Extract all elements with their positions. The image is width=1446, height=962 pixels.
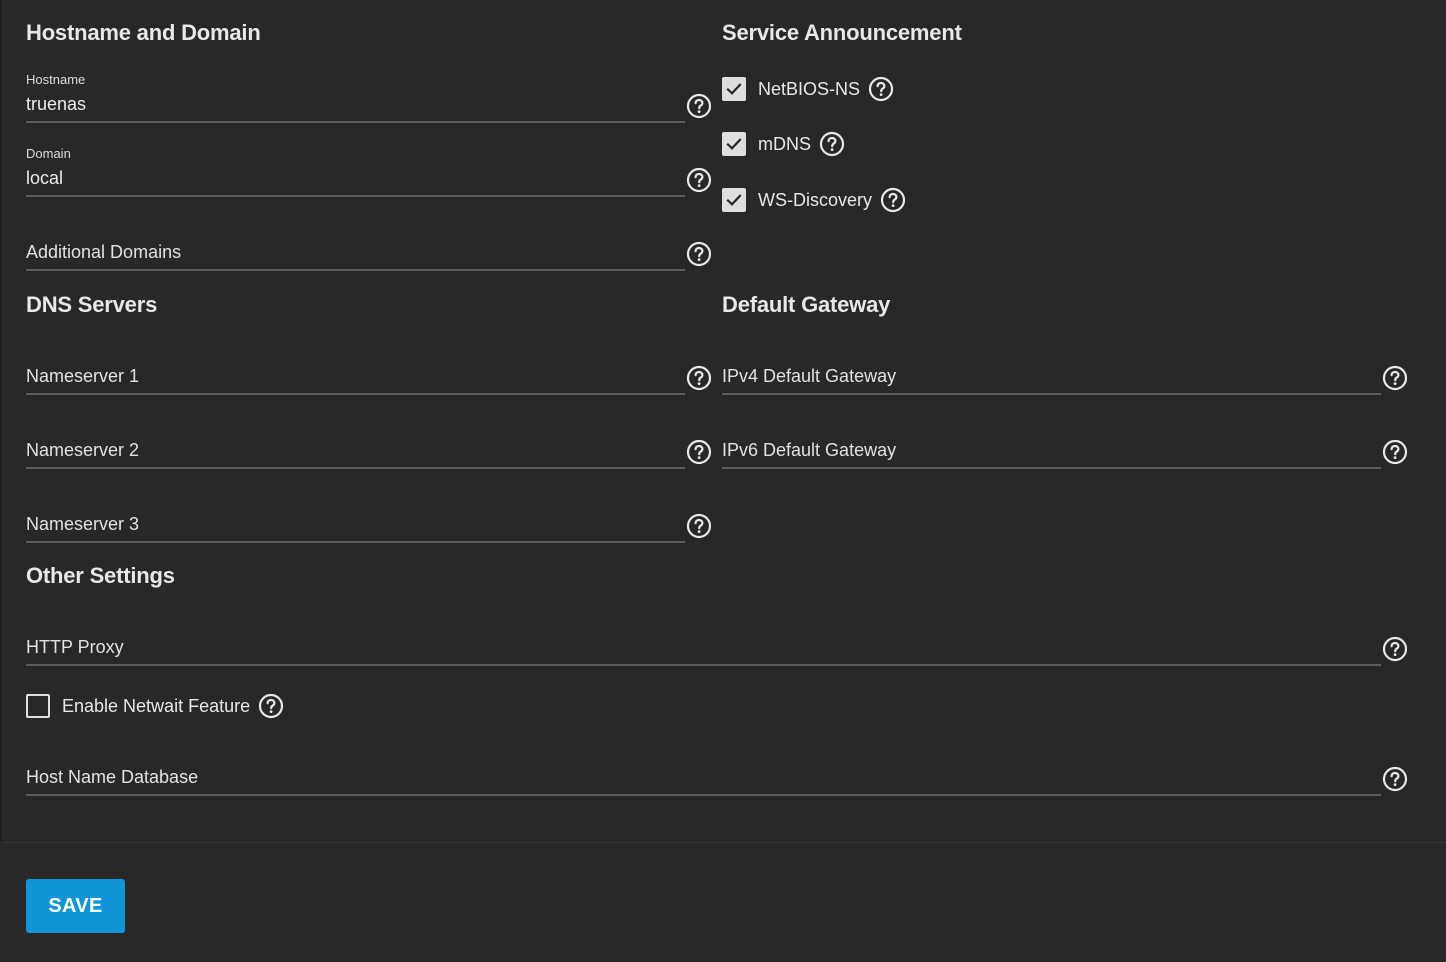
ipv4-gateway-placeholder: IPv4 Default Gateway [722, 366, 897, 386]
section-title-other-settings: Other Settings [26, 563, 175, 588]
ws-discovery-checkbox-row: WS-Discovery [722, 187, 906, 213]
checkmark-icon [726, 194, 742, 206]
save-button[interactable]: SAVE [26, 879, 125, 933]
nameserver2-help-icon[interactable] [686, 439, 712, 465]
ipv6-gateway-help-icon[interactable] [1382, 439, 1408, 465]
domain-value: local [26, 168, 64, 188]
domain-field[interactable]: Domain local [26, 146, 685, 197]
host-name-database-underline [26, 794, 1381, 796]
ws-discovery-label: WS-Discovery [758, 189, 873, 210]
domain-underline [26, 195, 685, 197]
http-proxy-help-icon[interactable] [1382, 636, 1408, 662]
ws-discovery-help-icon[interactable] [880, 187, 906, 213]
help-circle-icon-graphic [686, 513, 712, 539]
hostname-value: truenas [26, 94, 87, 114]
netwait-help-icon[interactable] [258, 693, 284, 719]
help-circle-icon-graphic [1382, 766, 1408, 792]
nameserver3-placeholder: Nameserver 3 [26, 514, 140, 534]
nameserver2-field[interactable]: Nameserver 2 [26, 426, 685, 469]
ipv6-gateway-placeholder: IPv6 Default Gateway [722, 440, 897, 460]
left-border [0, 0, 2, 843]
nameserver1-help-icon[interactable] [686, 365, 712, 391]
netbios-ns-help-icon[interactable] [868, 76, 894, 102]
netbios-ns-label: NetBIOS-NS [758, 78, 861, 99]
netbios-ns-checkbox[interactable] [722, 77, 746, 101]
footer-divider [0, 842, 1446, 843]
ipv4-gateway-help-icon[interactable] [1382, 365, 1408, 391]
section-title-dns-servers: DNS Servers [26, 292, 158, 317]
help-circle-icon-graphic [259, 693, 284, 719]
help-circle-icon-graphic [686, 241, 712, 267]
section-title-service-announcement: Service Announcement [722, 20, 962, 45]
netbios-ns-checkbox-row: NetBIOS-NS [722, 76, 894, 102]
http-proxy-field[interactable]: HTTP Proxy [26, 623, 1381, 666]
network-global-configuration-form: Hostname and Domain Service Announcement… [0, 0, 1446, 962]
ipv4-gateway-underline [722, 393, 1381, 395]
nameserver1-field[interactable]: Nameserver 1 [26, 352, 685, 395]
help-circle-icon-graphic [1382, 636, 1408, 662]
additional-domains-help-icon[interactable] [686, 241, 712, 267]
ipv6-gateway-underline [722, 467, 1381, 469]
mdns-label: mDNS [758, 133, 811, 154]
additional-domains-field[interactable]: Additional Domains [26, 228, 685, 271]
netwait-checkbox-row: Enable Netwait Feature [26, 693, 284, 719]
help-circle-icon-graphic [880, 187, 906, 213]
hostname-label: Hostname [26, 72, 86, 87]
checkmark-icon [726, 83, 742, 95]
hostname-underline [26, 121, 685, 123]
mdns-checkbox[interactable] [722, 132, 746, 156]
http-proxy-placeholder: HTTP Proxy [26, 637, 124, 657]
help-circle-icon-graphic [868, 76, 894, 102]
section-title-hostname-domain: Hostname and Domain [26, 20, 261, 45]
netwait-checkbox[interactable] [26, 694, 50, 718]
help-circle-icon-graphic [1382, 365, 1408, 391]
nameserver3-help-icon[interactable] [686, 513, 712, 539]
host-name-database-field[interactable]: Host Name Database [26, 753, 1381, 796]
help-circle-icon-graphic [686, 93, 712, 119]
section-title-default-gateway: Default Gateway [722, 292, 891, 317]
hostname-help-icon[interactable] [686, 93, 712, 119]
domain-help-icon[interactable] [686, 167, 712, 193]
ws-discovery-checkbox[interactable] [722, 188, 746, 212]
additional-domains-placeholder: Additional Domains [26, 242, 182, 262]
domain-label: Domain [26, 146, 71, 161]
host-name-database-help-icon[interactable] [1382, 766, 1408, 792]
nameserver1-placeholder: Nameserver 1 [26, 366, 140, 386]
nameserver1-underline [26, 393, 685, 395]
hostname-field[interactable]: Hostname truenas [26, 72, 685, 123]
checkmark-icon [726, 138, 742, 150]
help-circle-icon-graphic [819, 131, 845, 157]
additional-domains-underline [26, 269, 685, 271]
host-name-database-placeholder: Host Name Database [26, 767, 199, 787]
ipv4-gateway-field[interactable]: IPv4 Default Gateway [722, 352, 1381, 395]
nameserver3-underline [26, 541, 685, 543]
mdns-checkbox-row: mDNS [722, 131, 845, 157]
nameserver2-underline [26, 467, 685, 469]
help-circle-icon-graphic [686, 167, 712, 193]
mdns-help-icon[interactable] [819, 131, 845, 157]
help-circle-icon-graphic [686, 365, 712, 391]
help-circle-icon-graphic [1382, 439, 1408, 465]
nameserver3-field[interactable]: Nameserver 3 [26, 500, 685, 543]
nameserver2-placeholder: Nameserver 2 [26, 440, 140, 460]
ipv6-gateway-field[interactable]: IPv6 Default Gateway [722, 426, 1381, 469]
netwait-label: Enable Netwait Feature [62, 695, 251, 716]
help-circle-icon-graphic [686, 439, 712, 465]
http-proxy-underline [26, 664, 1381, 666]
